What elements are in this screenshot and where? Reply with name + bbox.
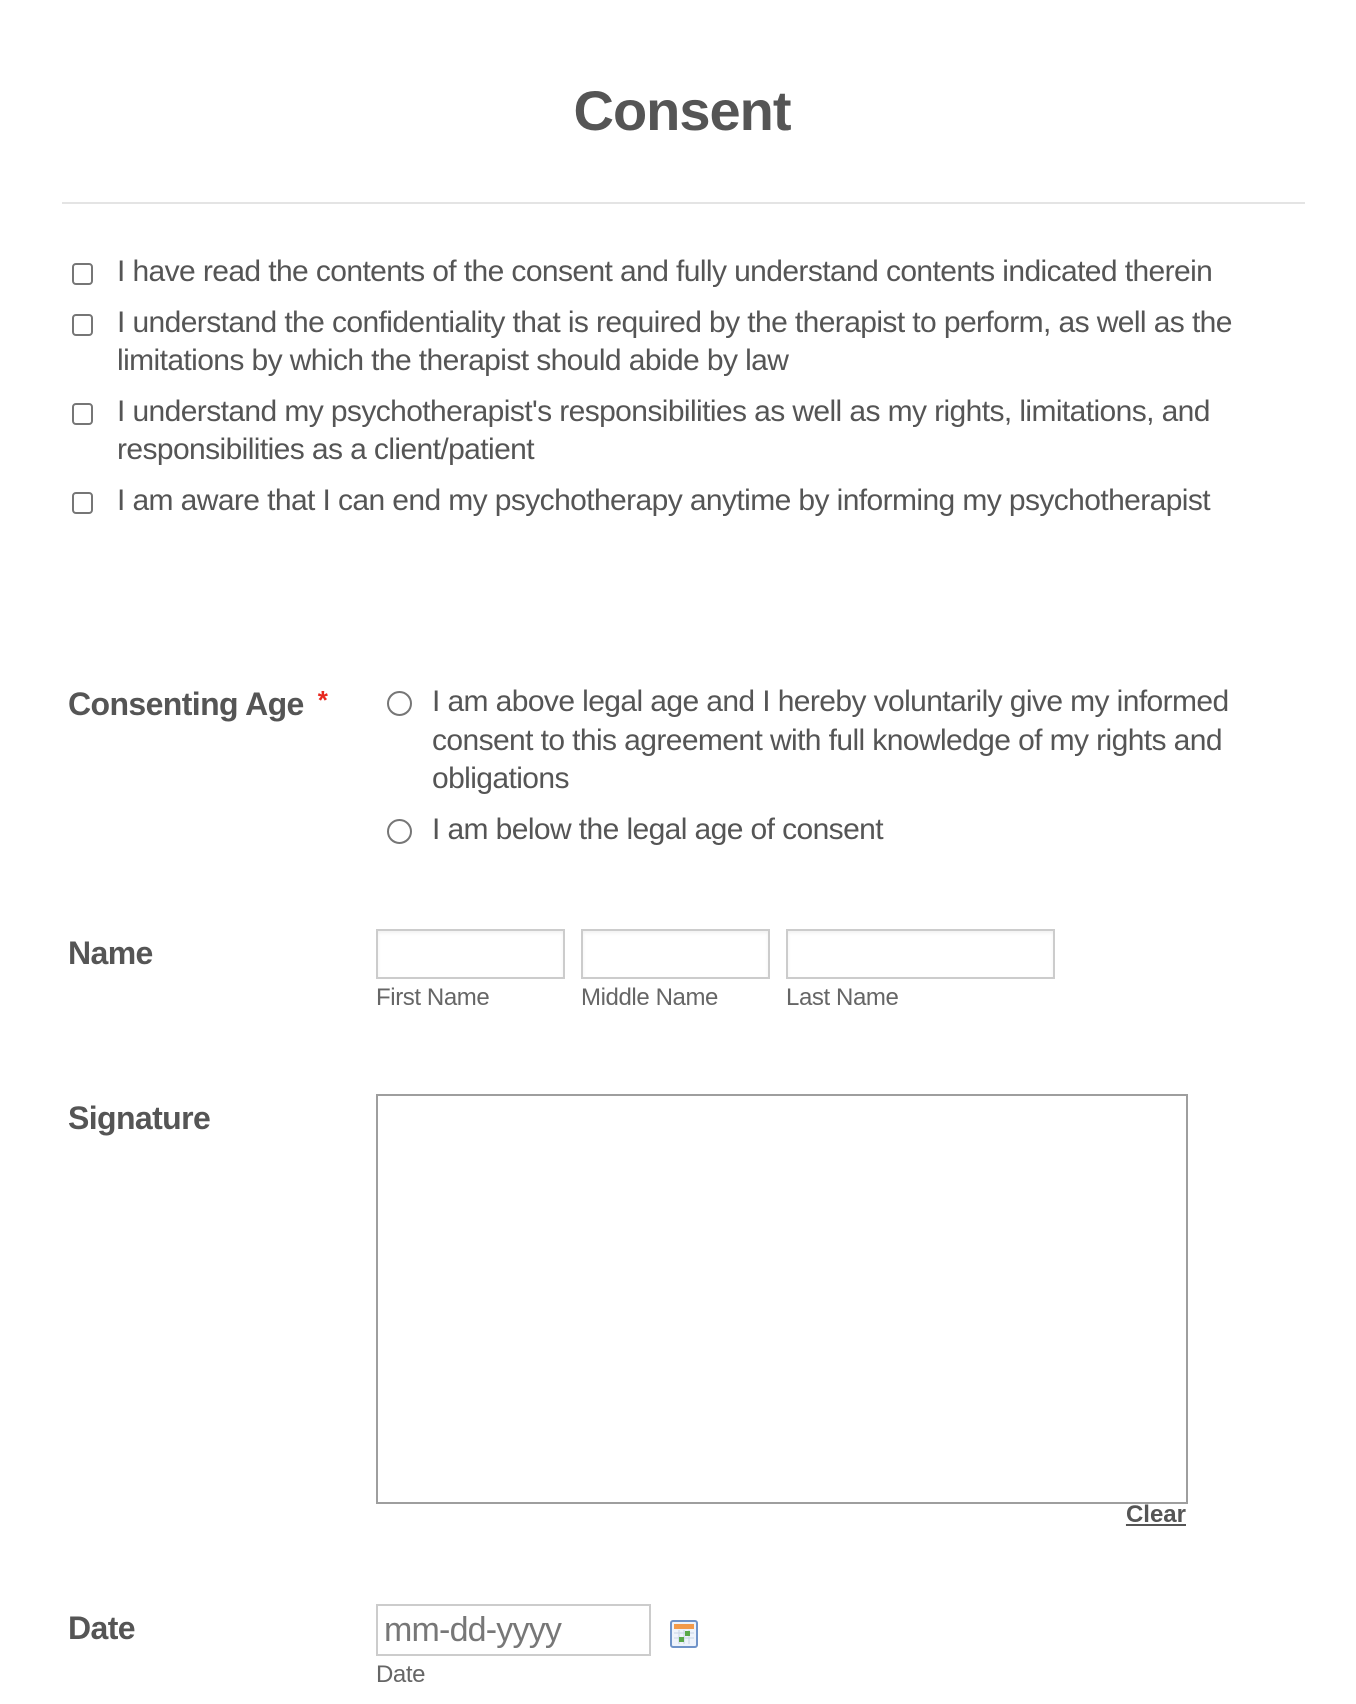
checkbox[interactable]	[72, 313, 93, 336]
checkbox[interactable]	[72, 402, 93, 425]
date-label: Date	[68, 1610, 136, 1646]
radio-option-above-legal-age[interactable]: I am above legal age and I hereby volunt…	[386, 683, 1316, 799]
agreement-text: I understand the confidentiality that is…	[117, 305, 1232, 378]
radio-option-text: I am above legal age and I hereby volunt…	[432, 685, 1229, 795]
checkbox[interactable]	[72, 263, 93, 285]
required-marker: *	[317, 685, 328, 715]
agreement-checklist: I have read the contents of the consent …	[70, 253, 1310, 532]
agreement-item[interactable]: I am aware that I can end my psychothera…	[70, 482, 1310, 521]
agreement-text: I have read the contents of the consent …	[117, 255, 1213, 288]
consenting-age-label: Consenting Age *	[68, 685, 328, 723]
agreement-item[interactable]: I have read the contents of the consent …	[70, 253, 1310, 292]
radio-option-below-legal-age[interactable]: I am below the legal age of consent	[386, 811, 1316, 850]
last-name-input[interactable]	[786, 929, 1055, 979]
name-label: Name	[68, 935, 153, 971]
title-divider	[62, 202, 1305, 204]
date-sublabel: Date	[376, 1661, 426, 1688]
calendar-icon[interactable]	[670, 1620, 698, 1648]
checkbox[interactable]	[72, 491, 93, 514]
page-title: Consent	[573, 79, 792, 142]
signature-pad[interactable]	[376, 1094, 1188, 1504]
date-input[interactable]	[376, 1604, 651, 1656]
agreement-item[interactable]: I understand the confidentiality that is…	[70, 304, 1310, 381]
middle-name-sublabel: Middle Name	[581, 984, 718, 1011]
clear-signature-link[interactable]: Clear	[1126, 1501, 1186, 1529]
last-name-sublabel: Last Name	[786, 984, 899, 1011]
radio-option-text: I am below the legal age of consent	[432, 812, 884, 846]
radio-button[interactable]	[387, 818, 412, 844]
radio-button[interactable]	[387, 691, 412, 716]
agreement-text: I understand my psychotherapist's respon…	[117, 394, 1210, 467]
first-name-input[interactable]	[376, 929, 565, 979]
agreement-text: I am aware that I can end my psychothera…	[117, 483, 1211, 517]
first-name-sublabel: First Name	[376, 984, 490, 1011]
consenting-age-options: I am above legal age and I hereby volunt…	[386, 683, 1316, 861]
signature-label: Signature	[68, 1100, 211, 1136]
agreement-item[interactable]: I understand my psychotherapist's respon…	[70, 393, 1310, 470]
middle-name-input[interactable]	[581, 929, 770, 979]
consenting-age-label-text: Consenting Age	[68, 686, 304, 722]
